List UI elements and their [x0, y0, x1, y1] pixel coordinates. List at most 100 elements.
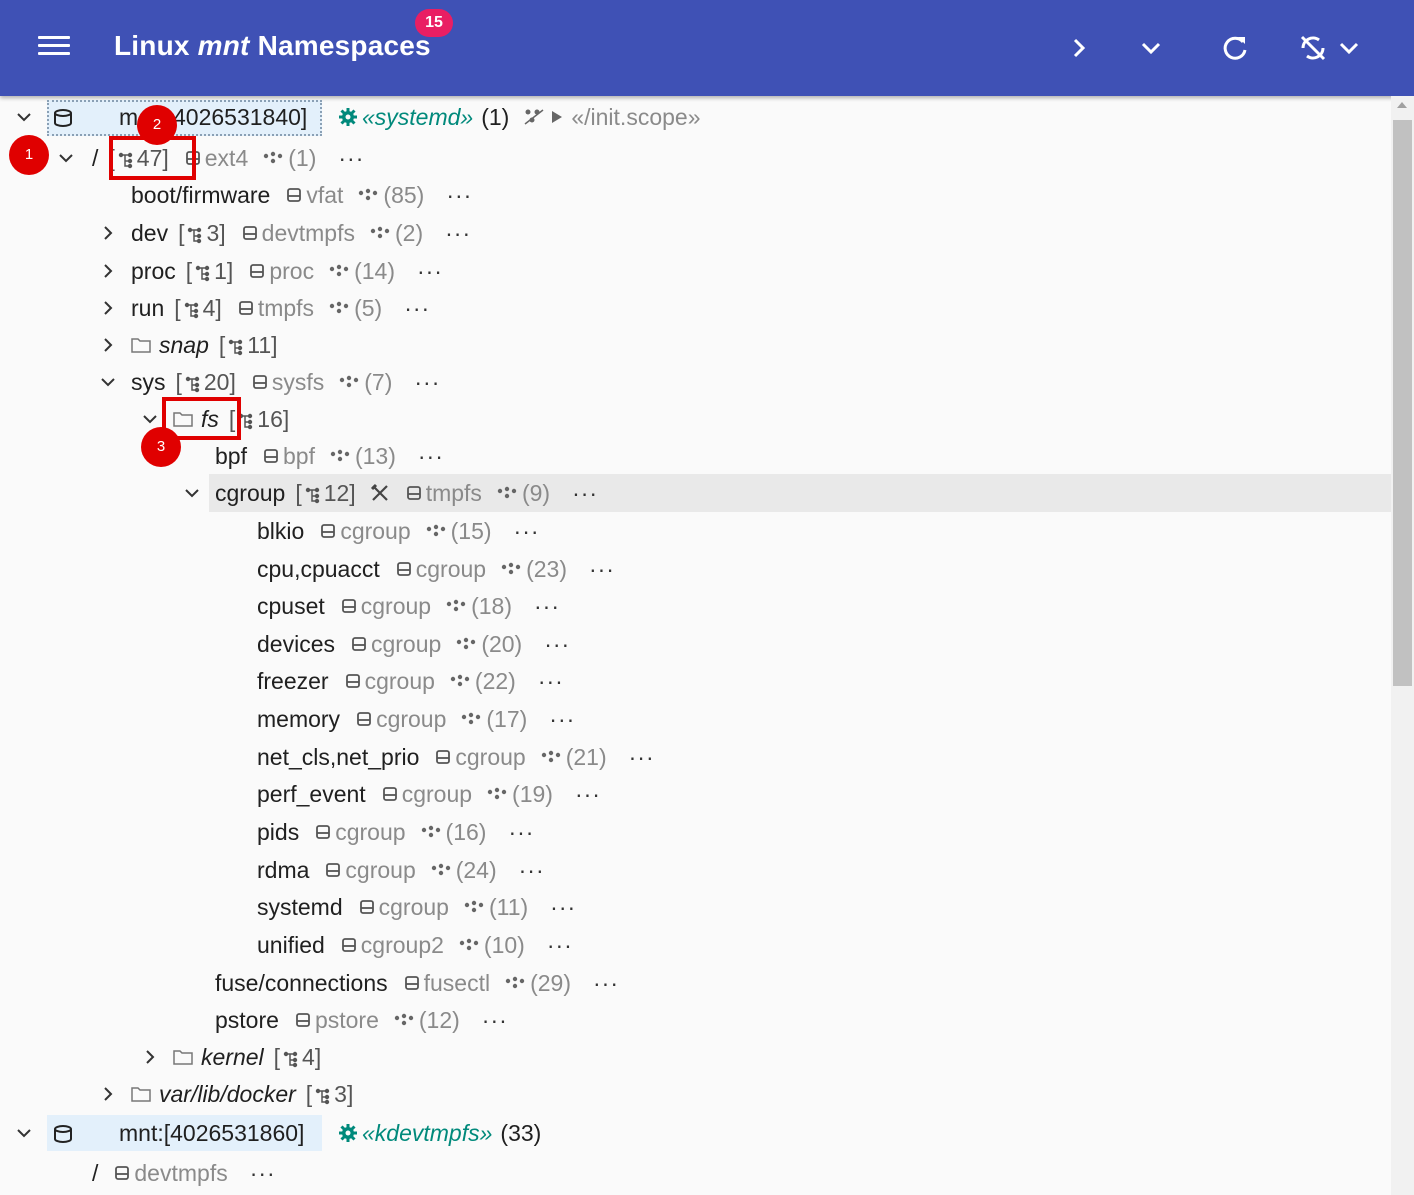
more-options-button[interactable]: ···: [534, 587, 560, 625]
chevron-down-icon[interactable]: [12, 98, 36, 136]
scrollbar[interactable]: [1391, 96, 1414, 1195]
sync-off-button[interactable]: [1293, 28, 1333, 68]
namespace-row[interactable]: m 4026531840] «systemd» (1) «/init.scope…: [0, 98, 1390, 136]
more-options-button[interactable]: ···: [550, 888, 576, 926]
mount-path[interactable]: boot/firmware: [131, 176, 270, 214]
more-options-button[interactable]: ···: [519, 851, 545, 889]
mount-row[interactable]: sys [20] sysfs (7) ···: [0, 363, 1390, 401]
mount-path[interactable]: kernel: [201, 1038, 264, 1076]
more-options-button[interactable]: ···: [418, 437, 444, 475]
menu-icon[interactable]: [38, 36, 70, 60]
more-options-button[interactable]: ···: [404, 289, 430, 327]
more-options-button[interactable]: ···: [445, 214, 471, 252]
mount-path[interactable]: dev: [131, 214, 168, 252]
sync-menu-button[interactable]: [1329, 28, 1369, 68]
processes-icon: [541, 750, 560, 763]
more-options-button[interactable]: ···: [414, 363, 440, 401]
mount-path[interactable]: var/lib/docker: [159, 1075, 296, 1113]
mount-row[interactable]: proc [1] proc (14) ···: [0, 252, 1390, 290]
mount-path[interactable]: run: [131, 289, 164, 327]
mount-path[interactable]: bpf: [215, 437, 247, 475]
mount-path[interactable]: snap: [159, 326, 209, 364]
mount-row[interactable]: freezer cgroup (22) ···: [0, 662, 1390, 700]
mount-row[interactable]: snap [11]: [0, 326, 1390, 364]
chevron-down-icon[interactable]: [180, 474, 204, 512]
mount-path[interactable]: memory: [257, 700, 340, 738]
expand-all-button[interactable]: [1131, 28, 1171, 68]
mount-row[interactable]: fuse/connections fusectl (29) ···: [0, 964, 1390, 1002]
mount-path[interactable]: pstore: [215, 1001, 279, 1039]
more-options-button[interactable]: ···: [572, 474, 598, 512]
more-options-button[interactable]: ···: [629, 738, 655, 776]
mount-path[interactable]: systemd: [257, 888, 343, 926]
more-options-button[interactable]: ···: [549, 700, 575, 738]
chevron-down-icon[interactable]: [12, 1114, 36, 1152]
mount-row[interactable]: cgroup [12] tmpfs (9) ···: [185, 474, 1391, 512]
more-options-button[interactable]: ···: [508, 813, 534, 851]
mount-path[interactable]: pids: [257, 813, 299, 851]
more-options-button[interactable]: ···: [417, 252, 443, 290]
namespace-row[interactable]: mnt:[4026531860] «kdevtmpfs» (33): [0, 1114, 1390, 1152]
mount-row[interactable]: pids cgroup (16) ···: [0, 813, 1390, 851]
mount-path[interactable]: proc: [131, 252, 176, 290]
mount-row[interactable]: devices cgroup (20) ···: [0, 625, 1390, 663]
mount-path[interactable]: devices: [257, 625, 335, 663]
mount-row[interactable]: boot/firmware vfat (85) ···: [0, 176, 1390, 214]
chevron-down-icon[interactable]: [96, 363, 120, 401]
mount-path[interactable]: blkio: [257, 512, 304, 550]
mount-row[interactable]: /[47] ext4 (1) ···: [0, 139, 1390, 177]
mount-row[interactable]: net_cls,net_prio cgroup (21) ···: [0, 738, 1390, 776]
mount-path[interactable]: cgroup: [215, 474, 285, 512]
more-options-button[interactable]: ···: [446, 176, 472, 214]
chevron-right-icon[interactable]: [138, 1038, 162, 1076]
mount-path[interactable]: cpuset: [257, 587, 325, 625]
more-options-button[interactable]: ···: [593, 964, 619, 1002]
mount-path[interactable]: rdma: [257, 851, 309, 889]
refresh-button[interactable]: [1215, 28, 1255, 68]
mount-row[interactable]: unified cgroup2 (10) ···: [0, 926, 1390, 964]
more-options-button[interactable]: ···: [547, 926, 573, 964]
more-options-button[interactable]: ···: [338, 139, 364, 177]
more-options-button[interactable]: ···: [589, 550, 615, 588]
mount-path[interactable]: cpu,cpuacct: [257, 550, 380, 588]
chevron-right-icon[interactable]: [96, 214, 120, 252]
more-options-button[interactable]: ···: [544, 625, 570, 663]
mount-path[interactable]: unified: [257, 926, 325, 964]
expand-one-level-button[interactable]: [1059, 28, 1099, 68]
more-options-button[interactable]: ···: [514, 512, 540, 550]
mount-row[interactable]: bpf bpf (13) ···: [0, 437, 1390, 475]
mount-row[interactable]: perf_event cgroup (19) ···: [0, 775, 1390, 813]
mount-path[interactable]: perf_event: [257, 775, 366, 813]
process-name[interactable]: «kdevtmpfs»: [362, 1114, 492, 1152]
mount-path[interactable]: net_cls,net_prio: [257, 738, 419, 776]
mount-path[interactable]: /: [92, 1154, 98, 1192]
mount-path[interactable]: freezer: [257, 662, 329, 700]
mount-path[interactable]: fuse/connections: [215, 964, 388, 1002]
mount-path[interactable]: sys: [131, 363, 166, 401]
chevron-down-icon[interactable]: [54, 139, 78, 177]
mount-row[interactable]: pstore pstore (12) ···: [0, 1001, 1390, 1039]
mount-row[interactable]: var/lib/docker [3]: [0, 1075, 1390, 1113]
mount-row[interactable]: systemd cgroup (11) ···: [0, 888, 1390, 926]
mount-row[interactable]: rdma cgroup (24) ···: [0, 851, 1390, 889]
mount-row[interactable]: kernel [4]: [0, 1038, 1390, 1076]
mount-row[interactable]: dev [3] devtmpfs (2) ···: [0, 214, 1390, 252]
mount-row[interactable]: cpu,cpuacct cgroup (23) ···: [0, 550, 1390, 588]
chevron-right-icon[interactable]: [96, 326, 120, 364]
more-options-button[interactable]: ···: [538, 662, 564, 700]
chevron-right-icon[interactable]: [96, 289, 120, 327]
mount-row[interactable]: memory cgroup (17) ···: [0, 700, 1390, 738]
mount-row[interactable]: run [4] tmpfs (5) ···: [0, 289, 1390, 327]
mount-row[interactable]: cpuset cgroup (18) ···: [0, 587, 1390, 625]
more-options-button[interactable]: ···: [250, 1154, 276, 1192]
scroll-thumb[interactable]: [1393, 120, 1412, 686]
scroll-up-arrow-icon[interactable]: [1397, 102, 1407, 108]
mount-row[interactable]: / devtmpfs ···: [0, 1154, 1390, 1192]
more-options-button[interactable]: ···: [482, 1001, 508, 1039]
mount-path[interactable]: /: [92, 139, 98, 177]
process-name[interactable]: «systemd»: [362, 98, 473, 136]
chevron-right-icon[interactable]: [96, 1075, 120, 1113]
more-options-button[interactable]: ···: [575, 775, 601, 813]
mount-row[interactable]: blkio cgroup (15) ···: [0, 512, 1390, 550]
chevron-right-icon[interactable]: [96, 252, 120, 290]
